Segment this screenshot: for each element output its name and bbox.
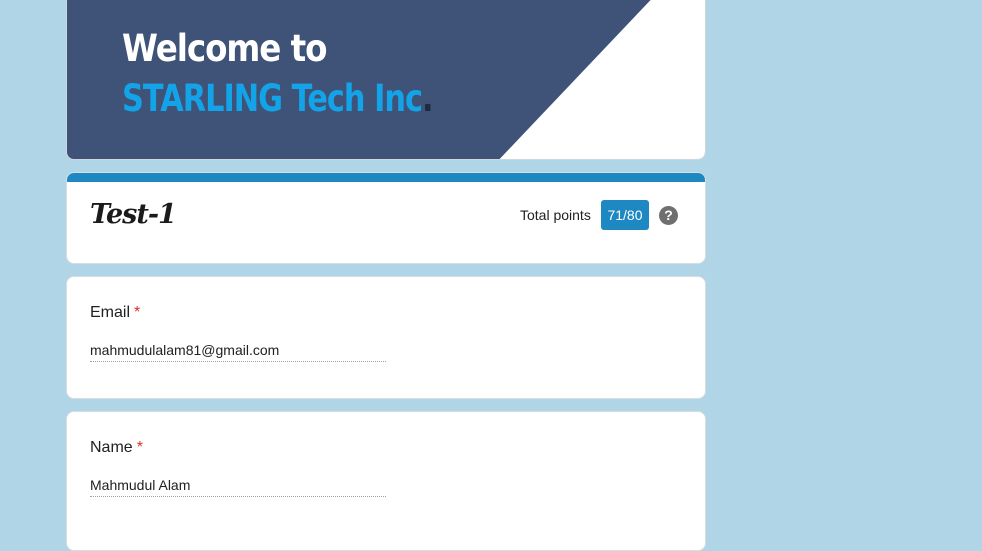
- name-question-card: Name * Mahmudul Alam: [66, 411, 706, 551]
- email-question-card: Email * mahmudulalam81@gmail.com: [66, 276, 706, 399]
- help-circle-icon[interactable]: ?: [659, 206, 678, 225]
- welcome-banner: Welcome to STARLING Tech Inc.: [66, 0, 706, 160]
- total-points-label: Total points: [520, 207, 591, 223]
- header-accent-bar: [67, 173, 705, 182]
- name-label: Name *: [90, 439, 143, 457]
- company-name: STARLING Tech Inc: [122, 77, 423, 120]
- email-label-text: Email: [90, 304, 131, 321]
- email-field[interactable]: mahmudulalam81@gmail.com: [90, 342, 386, 362]
- banner-heading-line1: Welcome to: [122, 27, 327, 70]
- total-points-badge: 71/80: [601, 200, 649, 230]
- form-header-card: Test-1 Total points 71/80 ?: [66, 172, 706, 264]
- form-title: Test-1: [90, 199, 177, 230]
- name-field[interactable]: Mahmudul Alam: [90, 477, 386, 497]
- name-label-text: Name: [90, 439, 133, 456]
- required-asterisk: *: [134, 304, 141, 321]
- banner-heading-line2: STARLING Tech Inc.: [122, 77, 434, 120]
- required-asterisk: *: [136, 439, 143, 456]
- email-label: Email *: [90, 304, 140, 322]
- banner-dot: .: [422, 77, 434, 120]
